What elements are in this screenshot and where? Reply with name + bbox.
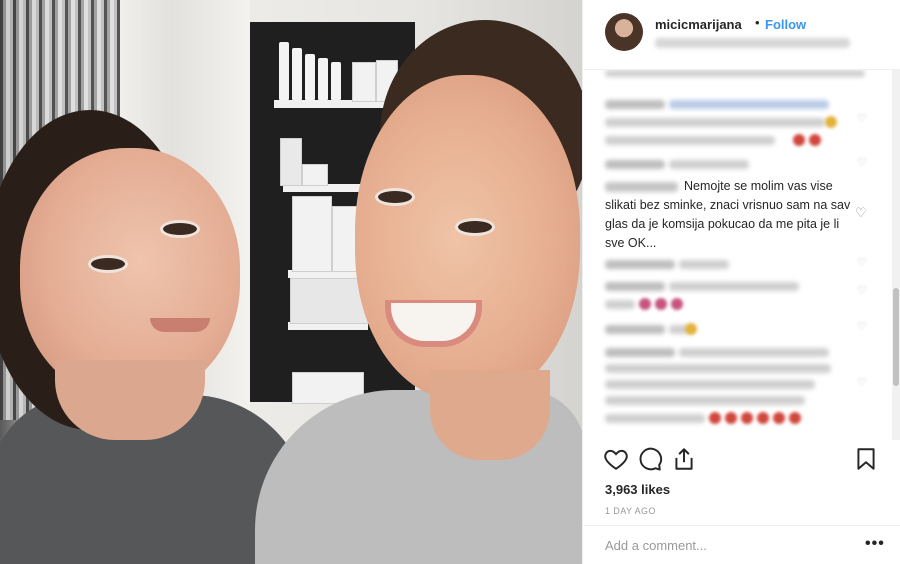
emoji-blurred: [741, 412, 753, 424]
blurred-username: [605, 160, 665, 169]
blurred-comment-line: [605, 414, 705, 423]
emoji-blurred: [655, 298, 667, 310]
post-sidebar: micicmarijana • Follow ♡ ♡ Nemojte se mo…: [582, 0, 900, 564]
product-bottle: [292, 48, 302, 100]
comments-scrollbar[interactable]: [892, 70, 900, 440]
right-person-face: [355, 75, 580, 400]
separator-dot: •: [755, 15, 760, 30]
follow-button[interactable]: Follow: [765, 17, 806, 32]
emoji-blurred: [773, 412, 785, 424]
product-bottle: [305, 54, 315, 100]
heart-icon[interactable]: ♡: [857, 284, 867, 297]
right-person-neck: [430, 370, 550, 460]
blurred-comment-line: [669, 282, 799, 291]
emoji-blurred: [809, 134, 821, 146]
blurred-username: [605, 348, 675, 357]
blurred-comment-line: [605, 396, 805, 405]
product-box: [302, 164, 328, 186]
emoji-blurred: [757, 412, 769, 424]
emoji-blurred: [685, 323, 697, 335]
post-header: micicmarijana • Follow: [583, 0, 900, 70]
likes-count[interactable]: 3,963 likes: [605, 482, 670, 497]
blurred-comment-line: [669, 160, 749, 169]
blurred-username: [605, 260, 675, 269]
avatar[interactable]: [605, 13, 643, 51]
location-line-blurred: [655, 38, 850, 48]
add-comment-box: •••: [583, 525, 900, 564]
heart-icon[interactable]: ♡: [855, 205, 867, 221]
left-person-lips: [150, 318, 210, 332]
blurred-comment-line: [669, 100, 829, 109]
blurred-comment-line: [605, 300, 635, 309]
heart-icon[interactable]: [603, 446, 629, 472]
instagram-post: micicmarijana • Follow ♡ ♡ Nemojte se mo…: [0, 0, 900, 564]
blurred-comment-line: [679, 348, 829, 357]
scrollbar-thumb[interactable]: [893, 288, 899, 386]
blurred-username: [605, 325, 665, 334]
blurred-username: [605, 100, 665, 109]
emoji-blurred: [725, 412, 737, 424]
product-bottle: [331, 62, 341, 100]
add-comment-input[interactable]: [605, 538, 845, 553]
heart-icon[interactable]: ♡: [857, 320, 867, 333]
comment-icon[interactable]: [637, 446, 663, 472]
emoji-blurred: [709, 412, 721, 424]
product-bottle: [279, 42, 289, 100]
right-person-eye: [455, 218, 495, 236]
left-person-eye: [160, 220, 200, 238]
blurred-comment-line: [605, 136, 775, 145]
left-person-eye: [88, 255, 128, 273]
emoji-blurred: [789, 412, 801, 424]
post-photo[interactable]: [0, 0, 582, 564]
product-bottle: [318, 58, 328, 100]
heart-icon[interactable]: ♡: [857, 156, 867, 169]
product-box: [352, 62, 376, 102]
share-icon[interactable]: [671, 446, 697, 472]
bookmark-icon[interactable]: [853, 446, 879, 472]
heart-icon[interactable]: ♡: [857, 256, 867, 269]
emoji-blurred: [825, 116, 837, 128]
post-date[interactable]: 1 DAY AGO: [605, 506, 656, 516]
username-link[interactable]: micicmarijana: [655, 17, 742, 32]
right-person-eye: [375, 188, 415, 206]
emoji-blurred: [639, 298, 651, 310]
blurred-comment-line: [605, 364, 831, 373]
emoji-blurred: [793, 134, 805, 146]
blurred-comment-line: [605, 380, 815, 389]
blurred-username: [605, 181, 678, 192]
emoji-blurred: [671, 298, 683, 310]
product-box: [280, 138, 302, 186]
blurred-comment-line: [605, 70, 865, 77]
comment-item: Nemojte se molim vas vise slikati bez sm…: [605, 177, 855, 253]
blurred-username: [605, 282, 665, 291]
heart-icon[interactable]: ♡: [857, 112, 867, 125]
more-options-icon[interactable]: •••: [865, 535, 885, 553]
blurred-comment-line: [679, 260, 729, 269]
product-box: [292, 196, 332, 272]
blurred-comment-line: [605, 118, 825, 127]
action-bar: [583, 440, 900, 472]
comments-list[interactable]: ♡ ♡ Nemojte se molim vas vise slikati be…: [583, 70, 900, 440]
heart-icon[interactable]: ♡: [857, 376, 867, 389]
